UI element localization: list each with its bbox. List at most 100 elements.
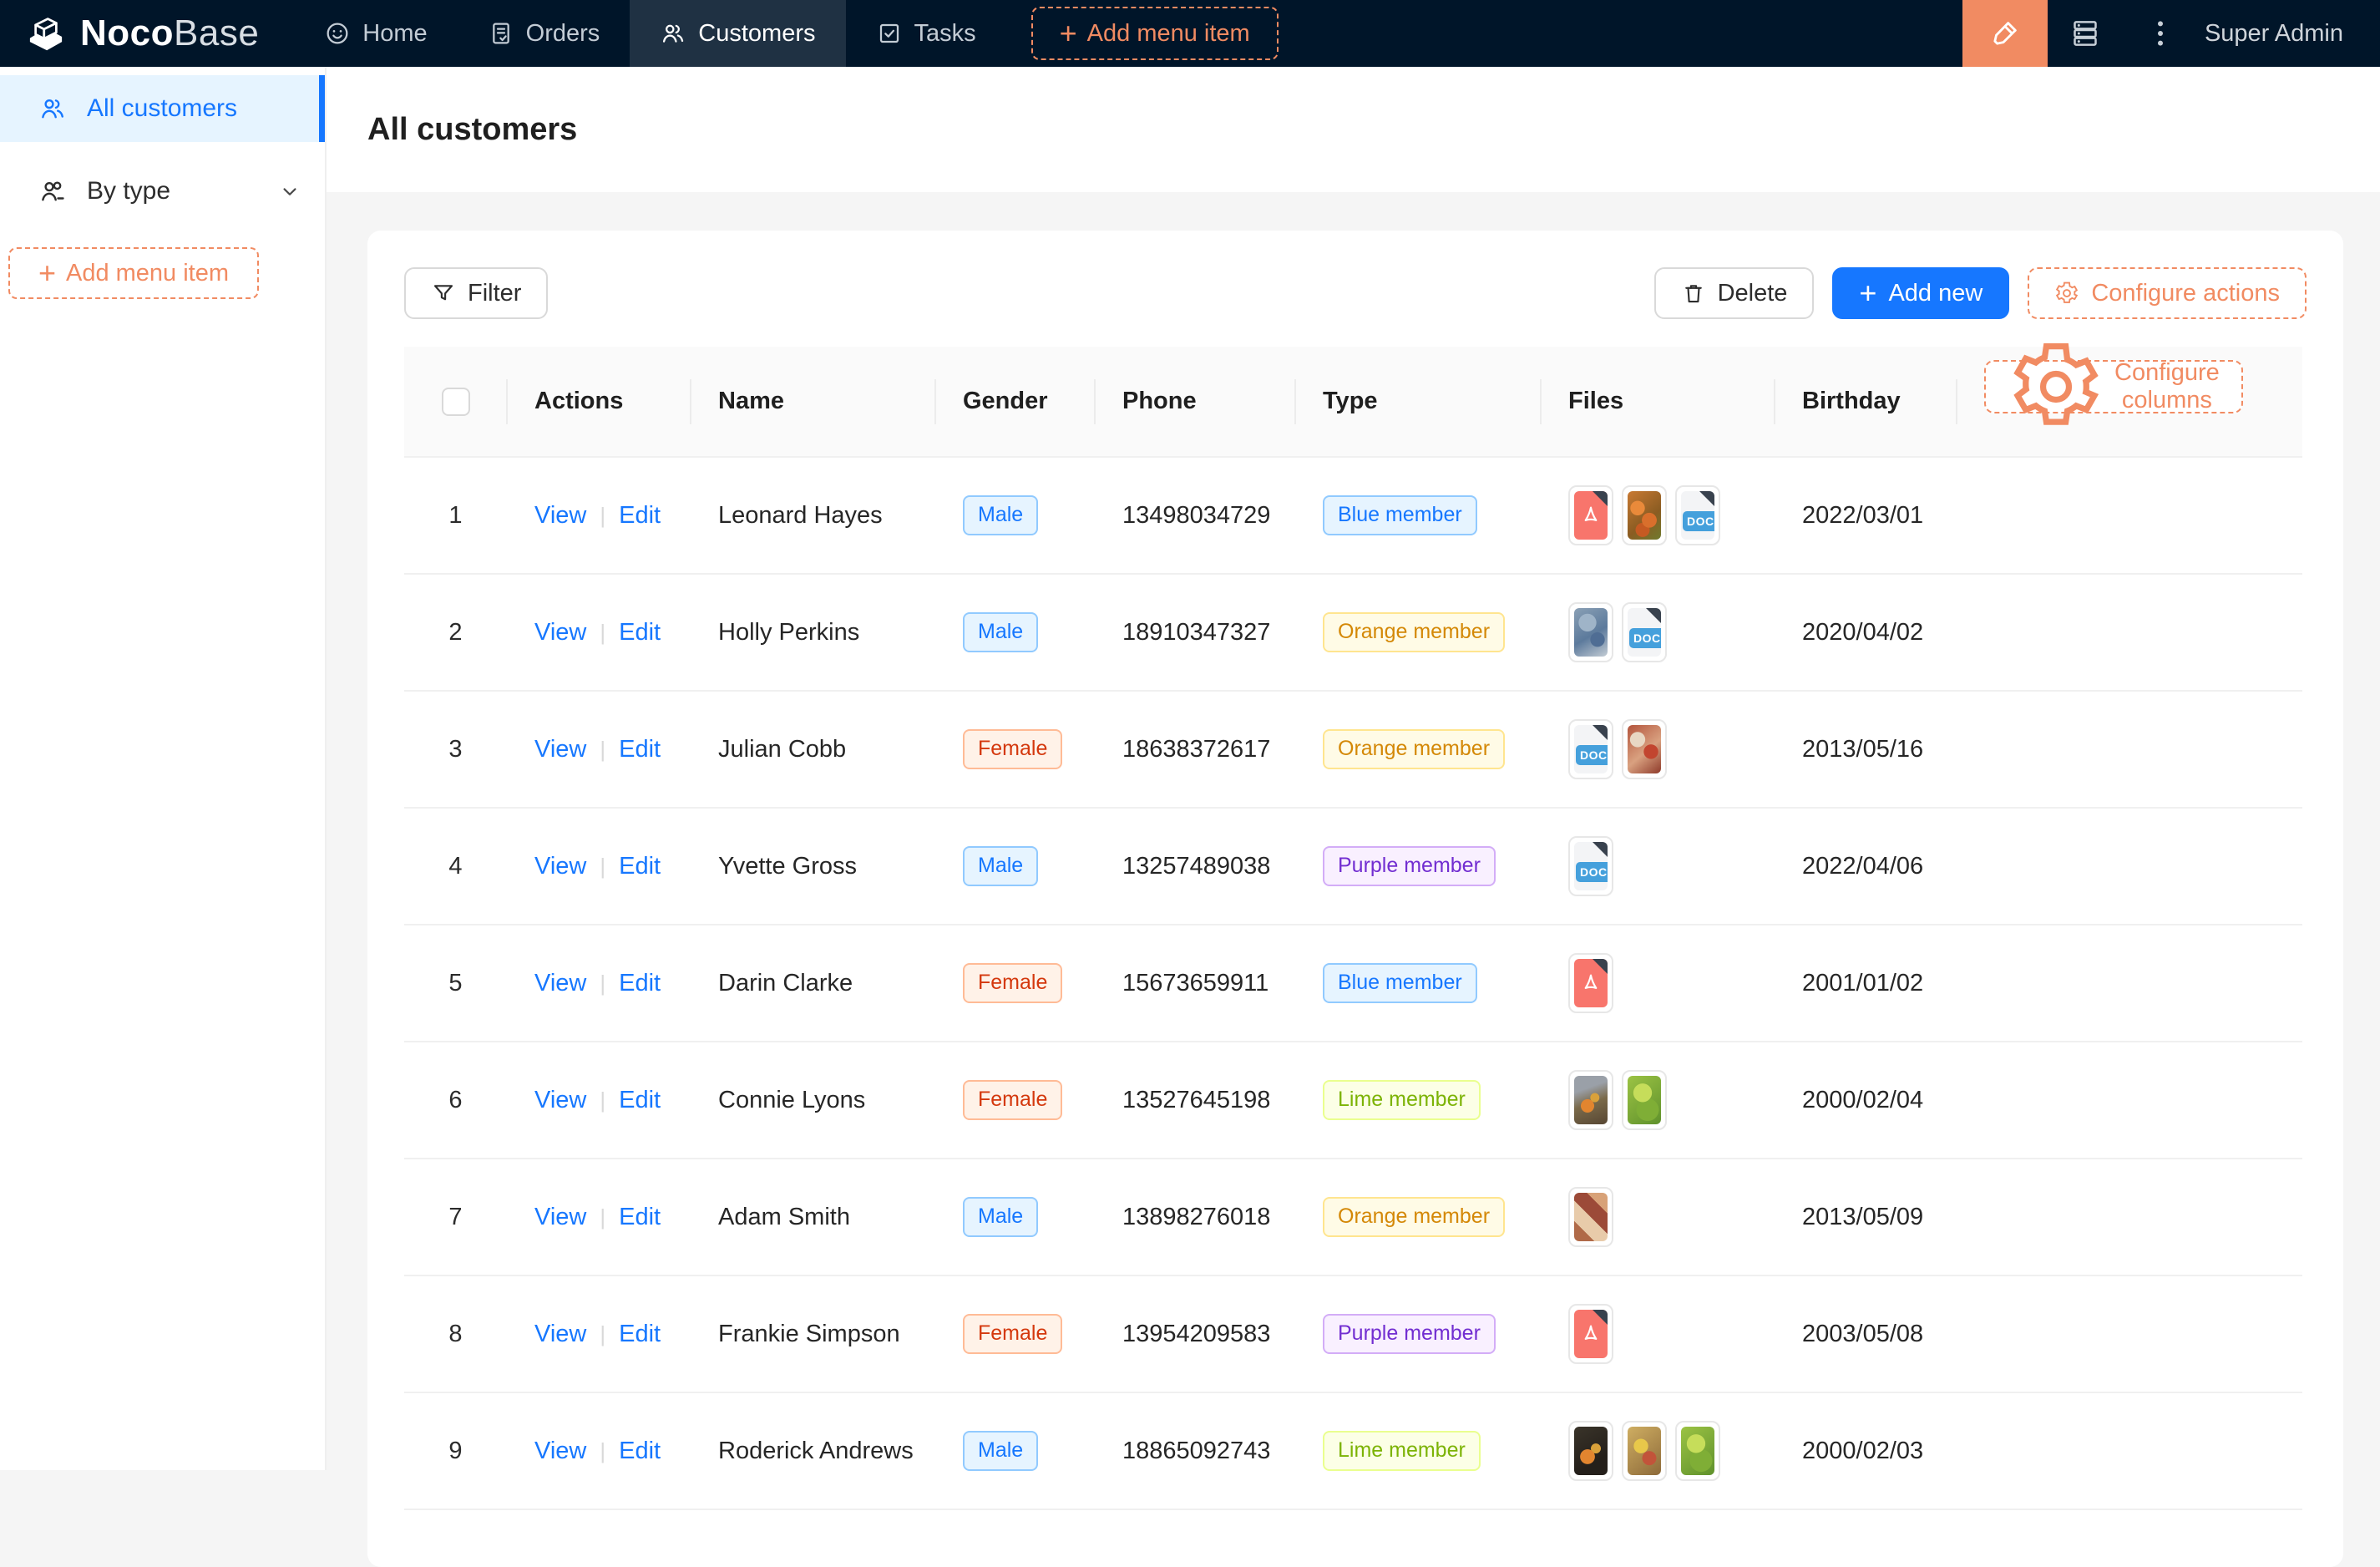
photo (1628, 491, 1661, 540)
delete-label: Delete (1718, 280, 1788, 307)
nav-item-orders[interactable]: Orders (458, 0, 630, 67)
column-header-phone: Phone (1096, 347, 1296, 457)
type-cell: Lime member (1296, 1392, 1542, 1509)
user-menu[interactable]: Super Admin (2205, 20, 2343, 48)
row-index: 9 (404, 1392, 508, 1509)
column-header-name: Name (691, 347, 936, 457)
doc-label: DOC (1576, 862, 1608, 882)
table-row: 8View|EditFrankie SimpsonFemale139542095… (404, 1275, 2302, 1392)
file-attachments: DOC (1568, 602, 1775, 662)
gender-cell: Female (936, 691, 1096, 808)
files-cell: DOC (1542, 574, 1775, 691)
pdf-file-thumbnail[interactable] (1568, 953, 1613, 1013)
type-cell: Orange member (1296, 1159, 1542, 1275)
image-thumbnail[interactable] (1568, 1421, 1613, 1481)
gender-cell: Male (936, 574, 1096, 691)
view-link[interactable]: View (534, 853, 586, 880)
nav-item-label: Home (362, 20, 427, 48)
table-row: 1View|EditLeonard HayesMale13498034729Bl… (404, 457, 2302, 574)
configure-column-spacer (1957, 1159, 2302, 1275)
type-cell: Purple member (1296, 808, 1542, 925)
nav-item-tasks[interactable]: Tasks (846, 0, 1006, 67)
filter-button[interactable]: Filter (404, 267, 548, 319)
image-thumbnail[interactable] (1568, 1187, 1613, 1247)
nav-item-customers[interactable]: Customers (630, 0, 845, 67)
edit-link[interactable]: Edit (619, 1087, 661, 1113)
plus-icon: + (38, 258, 56, 288)
select-all-checkbox[interactable] (442, 388, 470, 416)
member-type-tag: Orange member (1323, 1197, 1505, 1236)
configure-actions-button[interactable]: Configure actions (2028, 267, 2307, 319)
doc-file-thumbnail[interactable]: DOC (1675, 485, 1720, 545)
gender-tag: Female (963, 1314, 1062, 1353)
actions-separator: | (600, 1088, 605, 1113)
view-link[interactable]: View (534, 1204, 586, 1230)
edit-link[interactable]: Edit (619, 502, 661, 529)
row-actions: View|Edit (508, 574, 691, 691)
pdf-file-thumbnail[interactable] (1568, 485, 1613, 545)
main-content: All customers Filter (327, 67, 2380, 1470)
sidebar-add-menu-item-button[interactable]: + Add menu item (8, 247, 259, 299)
sidebar-item-by-type[interactable]: By type (0, 158, 325, 225)
nav-item-home[interactable]: Home (294, 0, 457, 67)
view-link[interactable]: View (534, 502, 586, 529)
team-icon (38, 94, 67, 123)
edit-link[interactable]: Edit (619, 736, 661, 763)
image-thumbnail[interactable] (1622, 1421, 1667, 1481)
plugin-manager-button[interactable] (2048, 0, 2123, 67)
image-thumbnail[interactable] (1622, 719, 1667, 779)
view-link[interactable]: View (534, 619, 586, 646)
configure-columns-button[interactable]: Configure columns (1984, 360, 2243, 413)
customer-name: Julian Cobb (691, 691, 936, 808)
doc-label: DOC (1629, 628, 1661, 648)
image-thumbnail[interactable] (1675, 1421, 1720, 1481)
view-link[interactable]: View (534, 1438, 586, 1464)
image-thumbnail[interactable] (1568, 602, 1613, 662)
select-all-header-cell (404, 347, 508, 457)
topnav-add-menu-item-button[interactable]: + Add menu item (1031, 7, 1279, 60)
doc-file-body: DOC (1574, 725, 1608, 773)
logo-cube-icon (23, 11, 68, 56)
configure-column-spacer (1957, 457, 2302, 574)
image-thumbnail[interactable] (1568, 1070, 1613, 1130)
edit-link[interactable]: Edit (619, 619, 661, 646)
doc-file-thumbnail[interactable]: DOC (1568, 836, 1613, 896)
edit-link[interactable]: Edit (619, 1438, 661, 1464)
edit-link[interactable]: Edit (619, 853, 661, 880)
doc-file-thumbnail[interactable]: DOC (1622, 602, 1667, 662)
actions-separator: | (600, 1438, 605, 1463)
row-index: 4 (404, 808, 508, 925)
view-link[interactable]: View (534, 970, 586, 996)
column-header-actions: Actions (508, 347, 691, 457)
team-minus-icon (38, 177, 67, 205)
row-index: 2 (404, 574, 508, 691)
add-menu-item-label: Add menu item (1087, 20, 1250, 48)
image-thumbnail[interactable] (1622, 485, 1667, 545)
row-actions: View | Edit (508, 1042, 691, 1159)
image-thumbnail[interactable] (1622, 1070, 1667, 1130)
member-type-tag: Orange member (1323, 729, 1505, 768)
customer-name: Connie Lyons (691, 1042, 936, 1159)
edit-link[interactable]: Edit (619, 1321, 661, 1347)
filter-label: Filter (468, 280, 521, 307)
view-link[interactable]: View (534, 1321, 586, 1347)
ui-editor-button[interactable] (1962, 0, 2048, 67)
row-actions: View|Edit (508, 1159, 691, 1275)
nocobase-logo[interactable]: NocoBase (0, 11, 294, 56)
delete-button[interactable]: Delete (1654, 267, 1815, 319)
view-link[interactable]: View (534, 1087, 586, 1113)
folded-corner (1646, 608, 1661, 623)
type-cell: Orange member (1296, 691, 1542, 808)
pdf-file-thumbnail[interactable] (1568, 1304, 1613, 1364)
view-link[interactable]: View (534, 736, 586, 763)
add-new-button[interactable]: + Add new (1832, 267, 2009, 319)
type-cell: Orange member (1296, 574, 1542, 691)
more-menu-button[interactable] (2123, 0, 2198, 67)
phone-cell: 18638372617 (1096, 691, 1296, 808)
gear-icon (2008, 338, 2104, 435)
sidebar-item-all-customers[interactable]: All customers (0, 75, 325, 142)
edit-link[interactable]: Edit (619, 970, 661, 996)
edit-link[interactable]: Edit (619, 1204, 661, 1230)
doc-file-thumbnail[interactable]: DOC (1568, 719, 1613, 779)
brand-light: Base (174, 13, 259, 53)
